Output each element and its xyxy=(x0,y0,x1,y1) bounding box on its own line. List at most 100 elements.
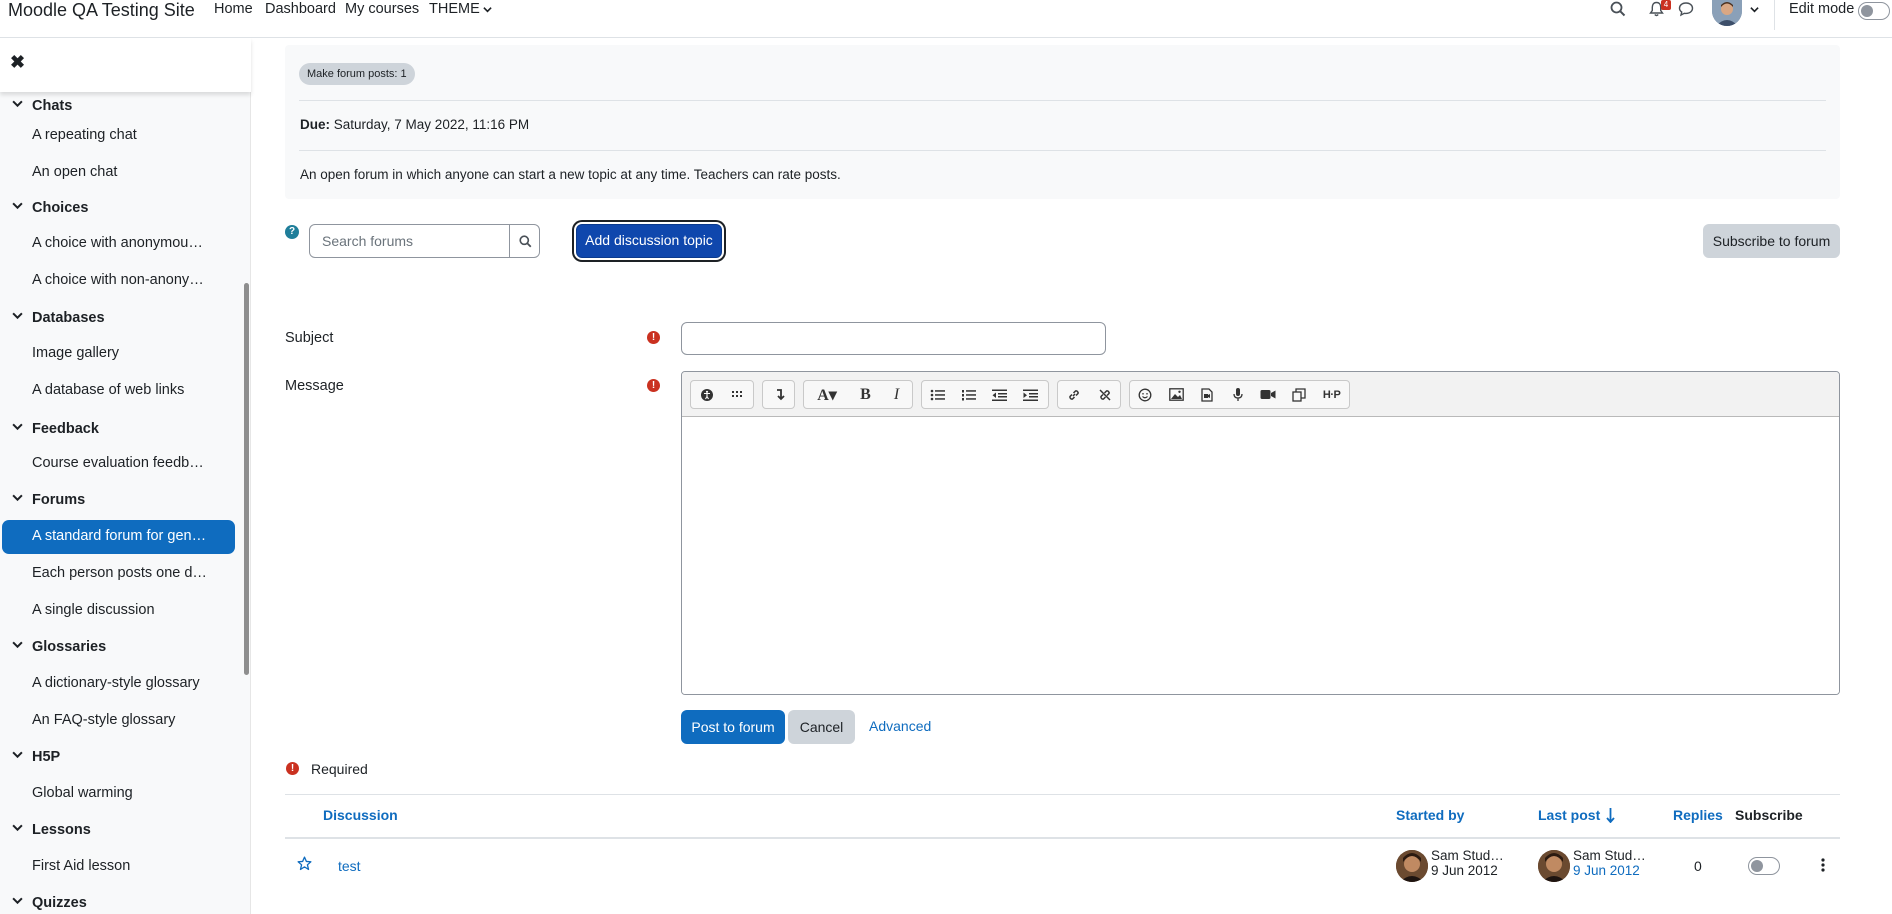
drawer-scrollbar[interactable] xyxy=(244,283,249,675)
course-index-item[interactable]: Each person posts one dis… xyxy=(2,557,235,591)
cancel-button[interactable]: Cancel xyxy=(788,710,855,744)
nav-dashboard[interactable]: Dashboard xyxy=(265,1,336,17)
advanced-link[interactable]: Advanced xyxy=(869,718,931,734)
section-feedback[interactable]: Feedback xyxy=(0,414,240,444)
course-index-item[interactable]: An FAQ-style glossary xyxy=(2,704,235,738)
message-icon[interactable] xyxy=(1678,1,1694,17)
last-post-date[interactable]: 9 Jun 2012 xyxy=(1573,863,1646,878)
item-label: A dictionary-style glossary xyxy=(32,675,200,691)
subject-label: Subject xyxy=(285,330,334,346)
search-button[interactable] xyxy=(509,224,540,258)
close-icon[interactable]: ✖ xyxy=(10,52,25,73)
microphone-icon[interactable] xyxy=(1222,381,1253,408)
section-forums[interactable]: Forums xyxy=(0,485,240,515)
course-index-item[interactable]: Image gallery xyxy=(2,337,235,371)
chevron-down-icon xyxy=(12,100,23,108)
course-index-item[interactable]: A repeating chat xyxy=(2,119,235,153)
section-label: H5P xyxy=(32,749,61,765)
undo-icon[interactable] xyxy=(763,381,794,408)
link-icon[interactable] xyxy=(1058,381,1089,408)
nav-home[interactable]: Home xyxy=(214,1,253,17)
editor-toolbar: A▾ B I H·P xyxy=(682,372,1839,417)
header-last-post[interactable]: Last post xyxy=(1538,807,1615,823)
post-to-forum-button[interactable]: Post to forum xyxy=(681,710,785,744)
chevron-down-icon[interactable] xyxy=(1750,5,1759,14)
message-editor: A▾ B I H·P xyxy=(681,371,1840,695)
indent-icon[interactable] xyxy=(1015,381,1046,408)
subscribe-toggle[interactable] xyxy=(1748,857,1780,875)
toolbar-group xyxy=(1057,380,1121,409)
section-lessons[interactable]: Lessons xyxy=(0,815,240,845)
numbered-list-icon[interactable] xyxy=(953,381,984,408)
h5p-icon[interactable]: H·P xyxy=(1314,381,1349,408)
item-label: A repeating chat xyxy=(32,127,137,143)
starter-avatar[interactable] xyxy=(1396,850,1428,882)
toolbar-group xyxy=(690,380,754,409)
section-label: Choices xyxy=(32,200,89,216)
course-index-item-active[interactable]: A standard forum for gene… xyxy=(2,520,235,554)
item-label: A choice with anonymous … xyxy=(32,235,208,251)
course-index-item[interactable]: A dictionary-style glossary xyxy=(2,667,235,701)
bullet-list-icon[interactable] xyxy=(922,381,953,408)
chevron-down-icon xyxy=(12,641,23,649)
edit-mode-toggle[interactable] xyxy=(1858,2,1890,20)
user-avatar[interactable] xyxy=(1712,0,1742,26)
starter-name[interactable]: Sam Stud… xyxy=(1431,848,1504,863)
section-h5p[interactable]: H5P xyxy=(0,742,240,772)
chevron-down-icon xyxy=(483,6,492,12)
show-more-icon[interactable] xyxy=(722,381,753,408)
course-index-item[interactable]: A choice with anonymous … xyxy=(2,227,235,261)
font-style-icon[interactable]: A▾ xyxy=(804,381,850,408)
media-icon[interactable] xyxy=(1191,381,1222,408)
course-index-item[interactable]: A database of web links xyxy=(2,374,235,408)
star-icon[interactable] xyxy=(297,856,312,871)
site-name[interactable]: Moodle QA Testing Site xyxy=(8,0,195,21)
outdent-icon[interactable] xyxy=(984,381,1015,408)
item-label: Global warming xyxy=(32,785,133,801)
course-index-item[interactable]: A choice with non-anonym… xyxy=(2,264,235,298)
section-chats[interactable]: Chats xyxy=(0,92,240,121)
course-index-item[interactable]: A single discussion xyxy=(2,594,235,628)
notification-badge: 4 xyxy=(1661,0,1671,10)
header-started-by[interactable]: Started by xyxy=(1396,807,1464,823)
due-label: Due: xyxy=(300,117,330,132)
section-glossaries[interactable]: Glossaries xyxy=(0,632,240,662)
nav-theme-label: THEME xyxy=(429,1,480,17)
emoji-icon[interactable] xyxy=(1130,381,1161,408)
more-actions-icon[interactable] xyxy=(1821,858,1825,872)
last-poster-name[interactable]: Sam Stud… xyxy=(1573,848,1646,863)
accessibility-icon[interactable] xyxy=(691,381,722,408)
nav-theme-menu[interactable]: THEME xyxy=(429,1,492,17)
drawer-header: ✖ xyxy=(0,38,251,92)
video-icon[interactable] xyxy=(1253,381,1284,408)
manage-files-icon[interactable] xyxy=(1284,381,1315,408)
bold-icon[interactable]: B xyxy=(850,381,881,408)
search-icon[interactable] xyxy=(1610,1,1626,17)
image-icon[interactable] xyxy=(1161,381,1192,408)
course-index-item[interactable]: Global warming xyxy=(2,777,235,811)
nav-my-courses[interactable]: My courses xyxy=(345,1,419,17)
search-input[interactable] xyxy=(310,225,510,257)
add-discussion-button[interactable]: Add discussion topic xyxy=(576,224,722,258)
section-label: Chats xyxy=(32,98,73,114)
due-date: Due: Saturday, 7 May 2022, 11:16 PM xyxy=(300,117,529,132)
header-replies[interactable]: Replies xyxy=(1673,807,1723,823)
subscribe-forum-button[interactable]: Subscribe to forum xyxy=(1703,224,1840,258)
discussion-link[interactable]: test xyxy=(338,858,361,874)
section-choices[interactable]: Choices xyxy=(0,193,240,223)
help-icon[interactable]: ? xyxy=(285,225,299,239)
course-index-item[interactable]: First Aid lesson xyxy=(2,850,235,884)
item-label: A database of web links xyxy=(32,382,185,398)
header-discussion[interactable]: Discussion xyxy=(323,807,398,823)
section-databases[interactable]: Databases xyxy=(0,303,240,333)
course-index-item[interactable]: Course evaluation feedback xyxy=(2,447,235,481)
unlink-icon[interactable] xyxy=(1089,381,1120,408)
chevron-down-icon xyxy=(12,312,23,320)
section-quizzes[interactable]: Quizzes xyxy=(0,888,240,914)
message-content-area[interactable] xyxy=(682,418,1839,694)
subject-field[interactable] xyxy=(681,322,1106,355)
course-index-item[interactable]: An open chat xyxy=(2,156,235,190)
last-poster-avatar[interactable] xyxy=(1538,850,1570,882)
required-icon: ! xyxy=(647,331,660,344)
italic-icon[interactable]: I xyxy=(881,381,912,408)
